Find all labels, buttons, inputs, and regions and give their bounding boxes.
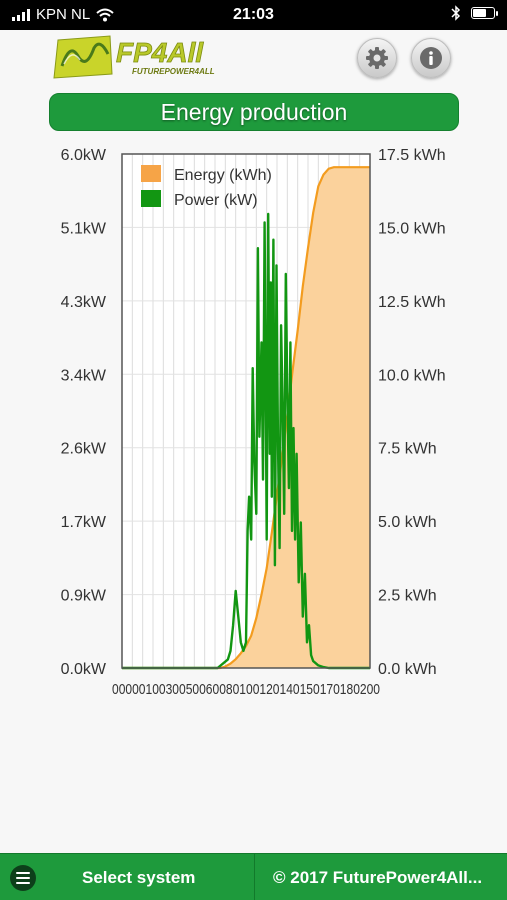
y-right-tick-label: 5.0 kWh [378,514,437,531]
svg-text:FP4All: FP4All [116,37,204,68]
y-left-axis: 0.0kW 0.9kW 1.7kW 2.6kW 3.4kW 4.3kW 5.1kW 6.0kW [61,147,107,678]
info-icon [420,47,442,69]
y-right-tick-label: 17.5 kWh [378,147,446,164]
bluetooth-icon [451,5,461,21]
y-left-tick-label: 0.0kW [61,661,107,678]
y-right-tick-label: 12.5 kWh [378,294,446,311]
y-left-tick-label: 3.4kW [61,367,107,384]
svg-text:FUTUREPOWER4ALL: FUTUREPOWER4ALL [132,67,215,76]
energy-production-chart: 0.0kW 0.9kW 1.7kW 2.6kW 3.4kW 4.3kW 5.1kW 6.0kW… [0,140,507,710]
legend-swatch-energy [141,165,161,182]
y-left-tick-label: 5.1kW [61,220,107,237]
y-right-tick-label: 15.0 kWh [378,220,446,237]
legend-label-energy: Energy (kWh) [174,167,272,184]
y-left-tick-label: 6.0kW [61,147,107,164]
info-button[interactable] [411,38,451,78]
y-left-tick-label: 1.7kW [61,514,107,531]
fp4all-logo: FP4All FUTUREPOWER4ALL [53,35,215,79]
legend-label-power: Power (kW) [174,192,258,209]
bottom-bar: Select system © 2017 FuturePower4All... [0,853,507,900]
y-left-tick-label: 2.6kW [61,441,107,458]
y-left-tick-label: 4.3kW [61,294,107,311]
page-title: Energy production [49,93,459,131]
x-axis-labels: 0000010030050060080100120140150170180200 [112,681,380,698]
y-right-tick-label: 0.0 kWh [378,661,437,678]
copyright-link[interactable]: © 2017 FuturePower4All... [273,868,499,888]
select-system-button[interactable]: Select system [82,868,195,888]
chart-svg: 0.0kW 0.9kW 1.7kW 2.6kW 3.4kW 4.3kW 5.1kW 6.0kW… [61,147,446,698]
y-right-axis: 0.0 kWh 2.5 kWh 5.0 kWh 7.5 kWh 10.0 kWh 12.5… [378,147,446,678]
legend-swatch-power [141,190,161,207]
hamburger-menu-icon[interactable] [10,865,36,891]
status-time: 21:03 [233,6,274,23]
bottom-bar-divider [254,854,255,900]
y-right-tick-label: 2.5 kWh [378,588,437,605]
status-bar: KPN NL 21:03 [0,0,507,30]
battery-icon [471,7,498,19]
y-left-tick-label: 0.9kW [61,588,107,605]
settings-button[interactable] [357,38,397,78]
status-right [451,5,498,21]
y-right-tick-label: 10.0 kWh [378,367,446,384]
y-right-tick-label: 7.5 kWh [378,441,437,458]
gear-icon [366,47,388,69]
